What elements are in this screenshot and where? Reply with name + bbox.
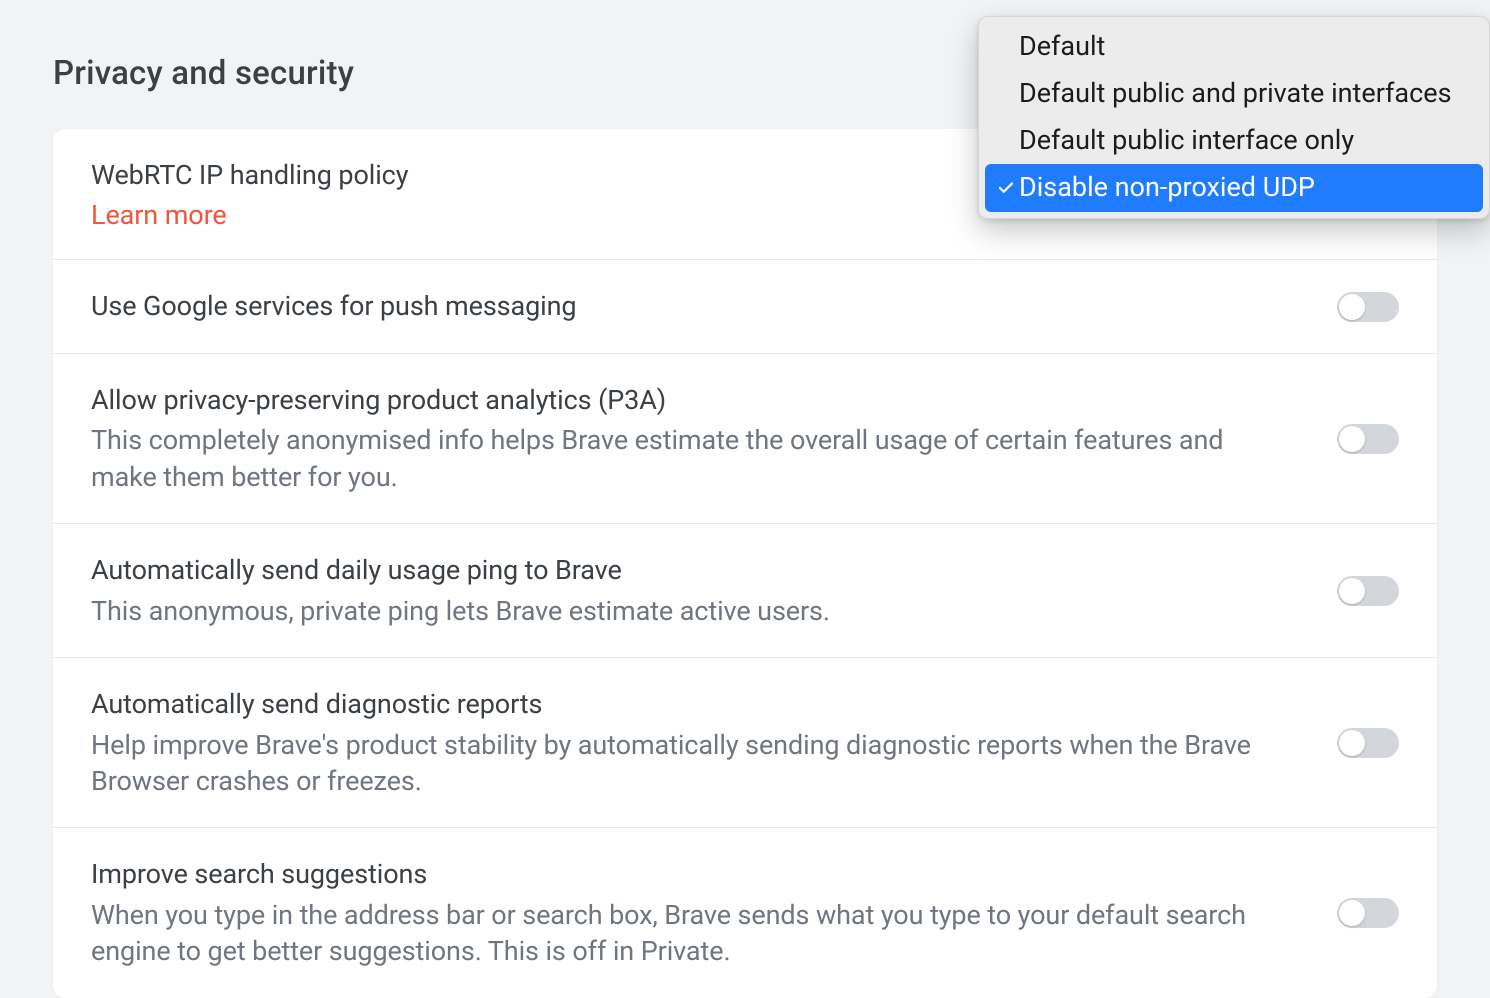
dropdown-item-label: Default public and private interfaces	[1019, 74, 1473, 113]
toggle-p3a[interactable]	[1337, 424, 1399, 454]
row-ping: Automatically send daily usage ping to B…	[53, 524, 1437, 658]
toggle-knob	[1339, 730, 1365, 756]
dropdown-item-label: Disable non-proxied UDP	[1019, 168, 1473, 207]
toggle-diag[interactable]	[1337, 728, 1399, 758]
settings-card: WebRTC IP handling policy Learn more Use…	[53, 129, 1437, 998]
check-icon	[993, 179, 1019, 197]
row-p3a-desc: This completely anonymised info helps Br…	[91, 422, 1277, 495]
row-search: Improve search suggestions When you type…	[53, 828, 1437, 997]
row-search-desc: When you type in the address bar or sear…	[91, 897, 1277, 970]
row-push-text: Use Google services for push messaging	[91, 288, 1337, 324]
toggle-search[interactable]	[1337, 898, 1399, 928]
toggle-ping[interactable]	[1337, 576, 1399, 606]
learn-more-link[interactable]: Learn more	[91, 199, 227, 231]
dropdown-item-label: Default public interface only	[1019, 121, 1473, 160]
row-search-title: Improve search suggestions	[91, 856, 1277, 892]
row-ping-text: Automatically send daily usage ping to B…	[91, 552, 1337, 629]
row-push: Use Google services for push messaging	[53, 260, 1437, 353]
dropdown-item-public-private[interactable]: Default public and private interfaces	[985, 70, 1483, 117]
dropdown-item-label: Default	[1019, 27, 1473, 66]
row-diag: Automatically send diagnostic reports He…	[53, 658, 1437, 828]
row-diag-desc: Help improve Brave's product stability b…	[91, 727, 1277, 800]
row-p3a: Allow privacy-preserving product analyti…	[53, 354, 1437, 524]
row-ping-title: Automatically send daily usage ping to B…	[91, 552, 1277, 588]
row-search-text: Improve search suggestions When you type…	[91, 856, 1337, 969]
row-p3a-text: Allow privacy-preserving product analyti…	[91, 382, 1337, 495]
webrtc-policy-dropdown[interactable]: Default Default public and private inter…	[978, 16, 1490, 219]
row-diag-title: Automatically send diagnostic reports	[91, 686, 1277, 722]
row-push-title: Use Google services for push messaging	[91, 288, 1277, 324]
toggle-push[interactable]	[1337, 292, 1399, 322]
toggle-knob	[1339, 900, 1365, 926]
dropdown-item-public-only[interactable]: Default public interface only	[985, 117, 1483, 164]
toggle-knob	[1339, 426, 1365, 452]
dropdown-item-disable-udp[interactable]: Disable non-proxied UDP	[985, 164, 1483, 211]
row-p3a-title: Allow privacy-preserving product analyti…	[91, 382, 1277, 418]
row-ping-desc: This anonymous, private ping lets Brave …	[91, 593, 1277, 629]
dropdown-item-default[interactable]: Default	[985, 23, 1483, 70]
row-diag-text: Automatically send diagnostic reports He…	[91, 686, 1337, 799]
toggle-knob	[1339, 578, 1365, 604]
toggle-knob	[1339, 294, 1365, 320]
